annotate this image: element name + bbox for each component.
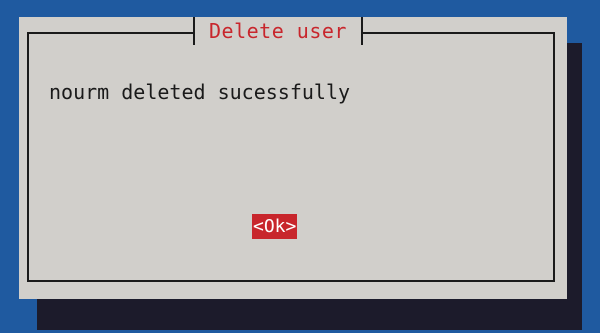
ok-button[interactable]: <Ok>: [252, 214, 298, 239]
dialog-frame: [27, 32, 555, 282]
dialog-message: nourm deleted sucessfully: [49, 80, 351, 104]
delete-user-dialog: Delete user nourm deleted sucessfully <O…: [19, 17, 567, 299]
dialog-title: Delete user: [193, 17, 363, 45]
